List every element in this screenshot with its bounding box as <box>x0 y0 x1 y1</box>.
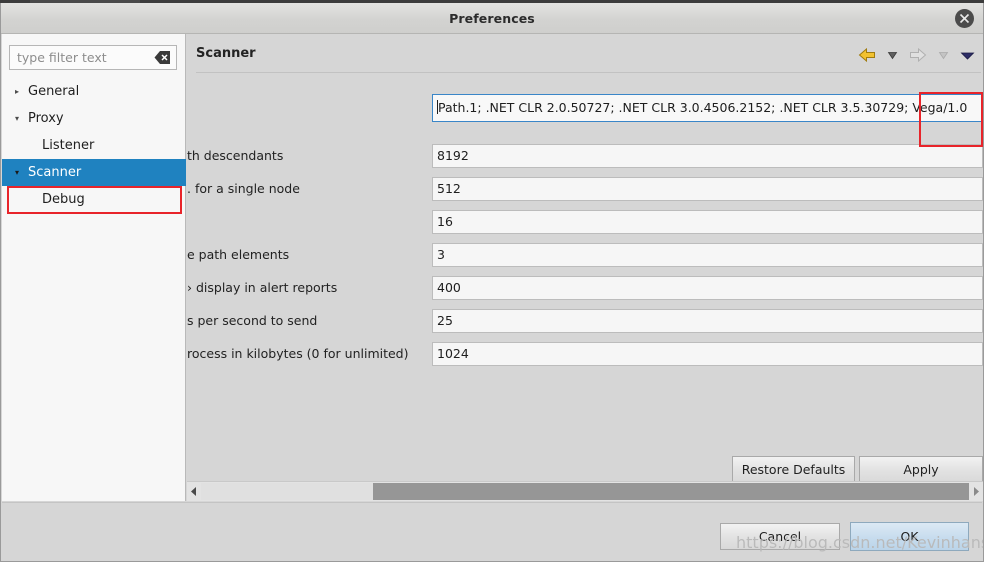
window-titlebar: Preferences <box>1 3 983 34</box>
close-glyph <box>959 13 970 24</box>
scroll-left-glyph <box>191 487 196 496</box>
close-icon[interactable] <box>955 9 974 28</box>
unlabeled-input[interactable]: 16 <box>432 210 983 234</box>
field-label: s per second to send <box>187 313 318 328</box>
window-title: Preferences <box>449 11 535 26</box>
dialog-button-bar: Cancel OK <box>2 502 982 560</box>
forward-arrow-icon <box>909 47 927 67</box>
user-agent-input[interactable]: Path.1; .NET CLR 2.0.50727; .NET CLR 3.0… <box>432 94 983 122</box>
field-row-alert-reports: › display in alert reports 400 <box>187 276 983 300</box>
scroll-right-icon[interactable] <box>969 482 983 501</box>
preferences-window: Preferences type filter text ▸ General ▾… <box>0 3 984 562</box>
field-row-unlabeled: 16 <box>187 210 983 234</box>
back-dropdown-icon[interactable] <box>887 47 898 67</box>
back-arrow-glyph <box>858 47 875 62</box>
single-node-input[interactable]: 512 <box>432 177 983 201</box>
sidebar-item-listener[interactable]: Listener <box>2 132 186 159</box>
preferences-sidebar: ▸ General ▾ Proxy Listener ▾ Scanner Deb… <box>2 34 186 501</box>
alert-reports-input[interactable]: 400 <box>432 276 983 300</box>
field-row-single-node: . for a single node 512 <box>187 177 983 201</box>
field-row-max-descendants: th descendants 8192 <box>187 144 983 168</box>
forward-dropdown-glyph <box>938 51 949 59</box>
expand-arrow-icon[interactable]: ▸ <box>10 78 24 105</box>
page-title: Scanner <box>196 46 256 61</box>
title-separator <box>196 72 981 73</box>
sidebar-item-general[interactable]: ▸ General <box>2 78 186 105</box>
sidebar-item-scanner[interactable]: ▾ Scanner <box>2 159 186 186</box>
field-label: › display in alert reports <box>187 280 338 295</box>
field-label: e path elements <box>187 247 290 262</box>
field-row-process-kilobytes: rocess in kilobytes (0 for unlimited) 10… <box>187 342 983 366</box>
field-row-requests-per-second: s per second to send 25 <box>187 309 983 333</box>
preferences-tree: ▸ General ▾ Proxy Listener ▾ Scanner Deb… <box>2 78 186 213</box>
requests-per-second-input[interactable]: 25 <box>432 309 983 333</box>
clear-filter-glyph <box>154 51 170 64</box>
sidebar-item-proxy[interactable]: ▾ Proxy <box>2 105 186 132</box>
collapse-arrow-icon[interactable]: ▾ <box>10 159 24 186</box>
back-arrow-icon[interactable] <box>858 47 876 67</box>
clear-filter-icon[interactable] <box>154 50 171 65</box>
ok-button[interactable]: OK <box>850 522 969 551</box>
cancel-button[interactable]: Cancel <box>720 523 840 550</box>
restore-defaults-button[interactable]: Restore Defaults <box>732 456 855 483</box>
filter-field-wrapper <box>9 45 177 70</box>
back-dropdown-glyph <box>887 51 897 59</box>
sidebar-item-label: Debug <box>42 192 85 207</box>
field-row-user-agent: Path.1; .NET CLR 2.0.50727; .NET CLR 3.0… <box>187 94 983 122</box>
horizontal-scrollbar[interactable] <box>187 481 983 501</box>
field-label <box>187 210 425 234</box>
field-label: . for a single node <box>187 181 300 196</box>
process-kilobytes-input[interactable]: 1024 <box>432 342 983 366</box>
field-label: th descendants <box>187 148 284 163</box>
navigation-toolbar <box>852 46 975 66</box>
field-label: rocess in kilobytes (0 for unlimited) <box>187 346 409 361</box>
scrollbar-track[interactable] <box>201 483 969 500</box>
menu-chevron-down-icon[interactable] <box>960 47 975 67</box>
forward-dropdown-icon <box>938 47 949 67</box>
forward-arrow-glyph <box>909 47 927 62</box>
path-elements-input[interactable]: 3 <box>432 243 983 267</box>
field-row-path-elements: e path elements 3 <box>187 243 983 267</box>
search-input[interactable] <box>10 46 154 69</box>
sidebar-item-debug[interactable]: Debug <box>2 186 186 213</box>
sidebar-item-label: Listener <box>42 138 95 153</box>
screen: Preferences type filter text ▸ General ▾… <box>0 0 984 562</box>
scanner-settings-panel: Scanner Path.1; .NET CLR 2.0.50727; .NET… <box>187 34 983 501</box>
max-descendants-input[interactable]: 8192 <box>432 144 983 168</box>
user-agent-value: Path.1; .NET CLR 2.0.50727; .NET CLR 3.0… <box>438 100 968 115</box>
collapse-arrow-icon[interactable]: ▾ <box>10 105 24 132</box>
scroll-left-icon[interactable] <box>187 482 201 501</box>
menu-chevron-glyph <box>960 52 975 60</box>
apply-button[interactable]: Apply <box>859 456 983 483</box>
scrollbar-thumb[interactable] <box>373 483 969 500</box>
scroll-right-glyph <box>974 487 979 496</box>
